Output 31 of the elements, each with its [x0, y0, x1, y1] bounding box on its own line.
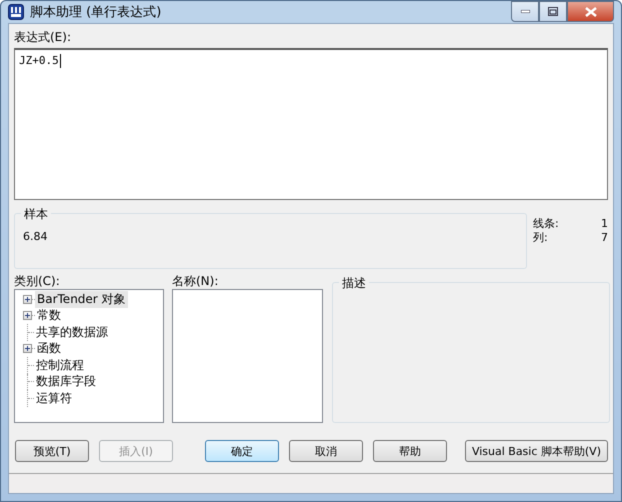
description-legend: 描述: [339, 275, 369, 292]
tree-item[interactable]: 函数: [35, 340, 63, 358]
close-icon: [584, 6, 596, 16]
expression-label: 表达式(E):: [14, 30, 72, 45]
maximize-button[interactable]: [539, 1, 567, 22]
window-title: 脚本助理 (单行表达式): [30, 4, 162, 21]
close-button[interactable]: [567, 1, 614, 22]
expression-field[interactable]: JZ+0.5: [14, 48, 608, 200]
help-link-button[interactable]: Visual Basic 脚本帮助(V): [464, 440, 608, 462]
position-label: 线条:: [533, 217, 560, 231]
minimize-icon: [520, 10, 530, 13]
minimize-button[interactable]: [511, 1, 539, 22]
tree-item[interactable]: 共享的数据源: [34, 324, 110, 341]
dialog-button[interactable]: 取消: [289, 440, 363, 462]
name-label: 名称(N):: [172, 274, 220, 289]
restore-icon: [548, 7, 558, 16]
sample-value: 6.84: [23, 230, 48, 243]
tree-item[interactable]: 运算符: [34, 390, 74, 407]
position-label: 列:: [533, 231, 549, 245]
tree-item[interactable]: 数据库字段: [34, 373, 98, 390]
dialog-button[interactable]: 确定: [205, 440, 279, 462]
tree-item[interactable]: BarTender 对象: [35, 290, 128, 308]
category-label: 类别(C):: [14, 274, 61, 289]
name-list[interactable]: [172, 289, 323, 423]
tree-item[interactable]: 控制流程: [34, 356, 86, 374]
position-value: 1: [601, 217, 608, 231]
dialog-button[interactable]: 预览(T): [15, 440, 89, 462]
tree-item[interactable]: 常数: [35, 307, 63, 324]
dialog-button[interactable]: 帮助: [373, 440, 447, 462]
app-icon: [8, 4, 24, 20]
position-value: 7: [601, 231, 608, 245]
